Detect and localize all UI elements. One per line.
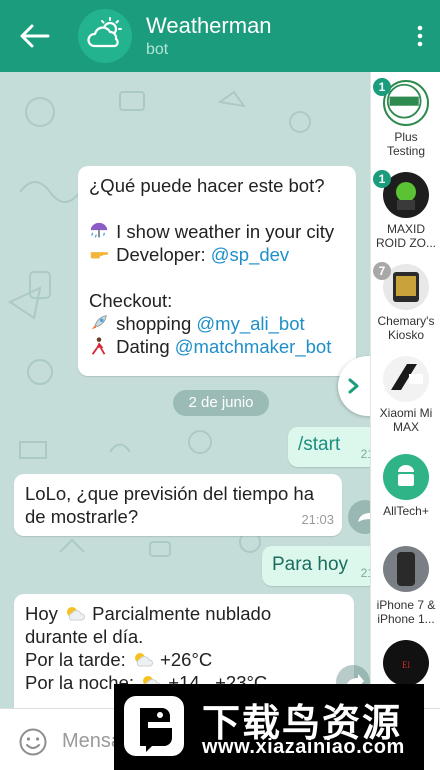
alltech-android-icon — [398, 465, 414, 486]
chevron-right-icon — [348, 378, 359, 394]
share-button[interactable] — [348, 500, 370, 534]
sun-cloud-icon — [134, 653, 153, 667]
xiaomi-phone-icon — [391, 364, 423, 390]
chat-header: Weatherman bot — [0, 0, 440, 72]
channel-logo-icon: El — [402, 660, 410, 670]
sidebar-item-label: iPhone 7 & — [376, 598, 436, 612]
chat-title[interactable]: Weatherman — [146, 13, 272, 39]
watermark-banner: 下载鸟资源 www.xiazainiao.com — [114, 684, 424, 770]
dancer-icon — [89, 335, 111, 358]
weather-cloud-sun-icon — [87, 17, 122, 48]
testing-stamp-icon — [386, 83, 422, 119]
avatar — [383, 454, 429, 500]
sidebar-item-chemarys-kiosko[interactable]: 7 Chemary's Kiosko — [371, 256, 440, 348]
bot-avatar[interactable] — [78, 9, 132, 63]
sidebar-item-label: ROID ZO... — [376, 236, 436, 250]
avatar — [383, 546, 429, 592]
bot-info-line1: I show weather in your city — [116, 221, 335, 242]
bot-info-card: ¿Qué puede hacer este bot? I show weathe… — [78, 166, 356, 376]
bot-info-question: ¿Qué puede hacer este bot? — [89, 175, 325, 196]
shopping-bot-link[interactable]: @my_ali_bot — [196, 313, 304, 334]
sidebar-item-iphone-7[interactable]: iPhone 7 & iPhone 1... — [371, 532, 440, 632]
bot-info-line3: shopping — [116, 313, 197, 334]
bot-info-checkout: Checkout: — [89, 290, 173, 311]
sun-cloud-icon — [67, 607, 86, 621]
back-arrow-icon[interactable] — [18, 22, 50, 50]
message-time: 21 — [360, 447, 370, 461]
bird-logo-icon — [124, 696, 184, 756]
unread-badge: 1 — [373, 78, 391, 96]
expand-sidebar-button[interactable] — [338, 356, 370, 416]
avatar — [383, 356, 429, 402]
more-options-icon[interactable] — [414, 24, 426, 48]
sidebar-item-label: MAXID — [386, 222, 425, 236]
message-time: 21:03 — [301, 512, 334, 527]
incoming-message-prompt[interactable]: LoLo, ¿que previsión del tiempo ha de mo… — [14, 474, 342, 536]
sidebar-item-label: Kiosko — [387, 328, 425, 342]
iphone-icon — [397, 552, 415, 586]
message-text: /start — [298, 434, 341, 455]
emoji-icon[interactable] — [18, 727, 48, 757]
bot-info-line4: Dating — [116, 336, 175, 357]
chat-shortcuts-sidebar: 1 Plus Testing 1 MAXID ROID ZO... 7 Chem… — [370, 72, 440, 708]
sidebar-item-label: Plus — [394, 130, 418, 144]
svg-text:El: El — [402, 660, 410, 670]
pointing-hand-icon — [89, 243, 111, 266]
sidebar-item-label: Chemary's — [377, 314, 435, 328]
sidebar-item-label: Testing — [386, 144, 426, 158]
unread-badge: 7 — [373, 262, 391, 280]
date-divider: 2 de junio — [173, 390, 269, 416]
sidebar-item-label: Xiaomi Mi — [379, 406, 433, 420]
sidebar-item-maxid-roid[interactable]: 1 MAXID ROID ZO... — [371, 164, 440, 256]
bot-info-line2: Developer: — [116, 244, 211, 265]
umbrella-rain-icon — [89, 220, 111, 243]
message-text: LoLo, ¿que previsión del tiempo ha de mo… — [25, 483, 314, 527]
share-arrow-icon — [358, 509, 370, 523]
forecast-afternoon-temp: +26°C — [154, 649, 213, 670]
forecast-line2: durante el día. — [25, 626, 144, 647]
outgoing-message-para-hoy[interactable]: Para hoy 21 — [262, 546, 370, 586]
watermark-url: www.xiazainiao.com — [202, 736, 405, 758]
developer-link[interactable]: @sp_dev — [211, 244, 289, 265]
sidebar-item-plus-testing[interactable]: 1 Plus Testing — [371, 72, 440, 164]
forecast-today-text: Parcialmente nublado — [87, 603, 272, 624]
outgoing-message-start[interactable]: /start 21 — [288, 427, 370, 467]
sidebar-item-alltech[interactable]: AllTech+ — [371, 440, 440, 532]
sidebar-item-label: MAX — [392, 420, 419, 434]
sidebar-item-xiaomi-mi-max[interactable]: Xiaomi Mi MAX — [371, 348, 440, 440]
unread-badge: 1 — [373, 170, 391, 188]
message-time: 21 — [360, 566, 370, 580]
sidebar-item-label: iPhone 1... — [377, 612, 435, 626]
forecast-today-label: Hoy — [25, 603, 64, 624]
chat-subtitle: bot — [146, 41, 169, 58]
forecast-afternoon-label: Por la tarde: — [25, 649, 131, 670]
rocket-icon — [89, 312, 111, 335]
sidebar-item-label: AllTech+ — [383, 504, 429, 518]
chat-area[interactable]: ¿Qué puede hacer este bot? I show weathe… — [0, 72, 370, 708]
matchmaker-bot-link[interactable]: @matchmaker_bot — [175, 336, 332, 357]
message-text: Para hoy — [272, 554, 349, 575]
avatar: El — [383, 640, 429, 686]
